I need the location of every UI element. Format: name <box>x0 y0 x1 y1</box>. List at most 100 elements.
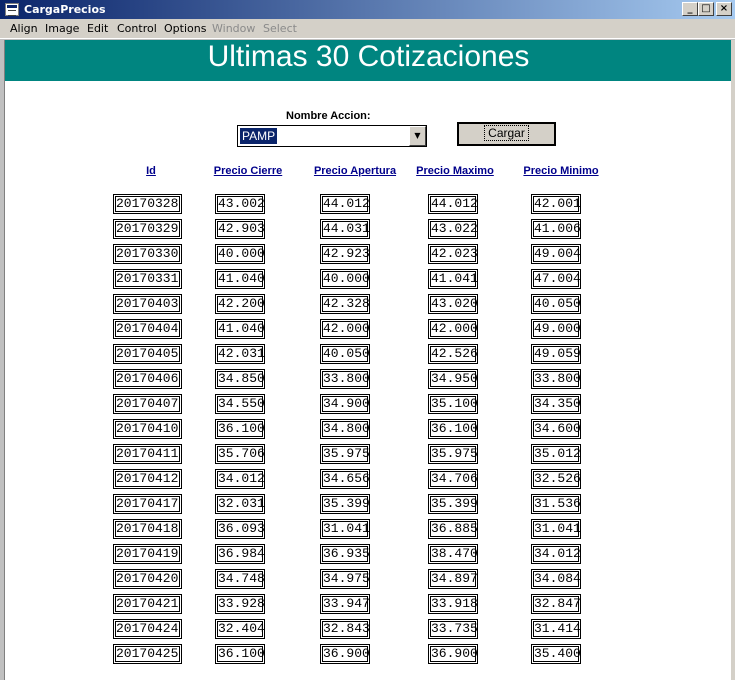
precio-minimo-cell[interactable]: 35.012 <box>531 444 581 464</box>
id-cell[interactable]: 20170421 <box>113 594 182 614</box>
id-cell[interactable]: 20170406 <box>113 369 182 389</box>
precio-maximo-cell[interactable]: 35.399 <box>428 494 478 514</box>
precio-maximo-cell[interactable]: 42.023 <box>428 244 478 264</box>
precio-minimo-cell[interactable]: 34.600 <box>531 419 581 439</box>
menu-image[interactable]: Image <box>45 22 79 35</box>
precio-minimo-cell[interactable]: 31.414 <box>531 619 581 639</box>
precio-apertura-cell[interactable]: 40.000 <box>320 269 370 289</box>
app-icon[interactable] <box>5 3 19 16</box>
id-cell[interactable]: 20170412 <box>113 469 182 489</box>
precio-maximo-cell[interactable]: 34.706 <box>428 469 478 489</box>
id-cell[interactable]: 20170404 <box>113 319 182 339</box>
precio-minimo-cell[interactable]: 42.001 <box>531 194 581 214</box>
id-cell[interactable]: 20170417 <box>113 494 182 514</box>
id-cell[interactable]: 20170411 <box>113 444 182 464</box>
precio-apertura-cell[interactable]: 44.012 <box>320 194 370 214</box>
menu-edit[interactable]: Edit <box>87 22 108 35</box>
precio-maximo-cell[interactable]: 44.012 <box>428 194 478 214</box>
precio-maximo-cell[interactable]: 35.975 <box>428 444 478 464</box>
precio-minimo-cell[interactable]: 32.847 <box>531 594 581 614</box>
precio-cierre-cell[interactable]: 42.200 <box>215 294 265 314</box>
precio-maximo-cell[interactable]: 33.735 <box>428 619 478 639</box>
precio-minimo-cell[interactable]: 49.059 <box>531 344 581 364</box>
precio-minimo-cell[interactable]: 31.041 <box>531 519 581 539</box>
maximize-button[interactable]: □ <box>698 2 714 16</box>
id-cell[interactable]: 20170420 <box>113 569 182 589</box>
precio-cierre-cell[interactable]: 34.748 <box>215 569 265 589</box>
precio-cierre-cell[interactable]: 43.002 <box>215 194 265 214</box>
precio-maximo-cell[interactable]: 36.900 <box>428 644 478 664</box>
id-cell[interactable]: 20170419 <box>113 544 182 564</box>
precio-apertura-cell[interactable]: 34.900 <box>320 394 370 414</box>
precio-cierre-cell[interactable]: 36.100 <box>215 644 265 664</box>
precio-cierre-cell[interactable]: 36.984 <box>215 544 265 564</box>
precio-apertura-cell[interactable]: 34.975 <box>320 569 370 589</box>
id-cell[interactable]: 20170331 <box>113 269 182 289</box>
precio-apertura-cell[interactable]: 42.000 <box>320 319 370 339</box>
precio-minimo-cell[interactable]: 34.350 <box>531 394 581 414</box>
precio-apertura-cell[interactable]: 33.947 <box>320 594 370 614</box>
id-cell[interactable]: 20170330 <box>113 244 182 264</box>
precio-minimo-cell[interactable]: 41.006 <box>531 219 581 239</box>
precio-maximo-cell[interactable]: 34.950 <box>428 369 478 389</box>
precio-maximo-cell[interactable]: 33.918 <box>428 594 478 614</box>
precio-minimo-cell[interactable]: 34.012 <box>531 544 581 564</box>
dropdown-arrow-icon[interactable]: ▼ <box>409 126 426 146</box>
precio-maximo-cell[interactable]: 43.022 <box>428 219 478 239</box>
precio-minimo-cell[interactable]: 35.400 <box>531 644 581 664</box>
precio-minimo-cell[interactable]: 47.004 <box>531 269 581 289</box>
precio-cierre-cell[interactable]: 33.928 <box>215 594 265 614</box>
precio-minimo-cell[interactable]: 31.536 <box>531 494 581 514</box>
precio-cierre-cell[interactable]: 40.000 <box>215 244 265 264</box>
precio-apertura-cell[interactable]: 34.800 <box>320 419 370 439</box>
precio-apertura-cell[interactable]: 42.923 <box>320 244 370 264</box>
id-cell[interactable]: 20170425 <box>113 644 182 664</box>
precio-cierre-cell[interactable]: 41.040 <box>215 269 265 289</box>
id-cell[interactable]: 20170424 <box>113 619 182 639</box>
id-cell[interactable]: 20170405 <box>113 344 182 364</box>
id-cell[interactable]: 20170407 <box>113 394 182 414</box>
precio-maximo-cell[interactable]: 42.000 <box>428 319 478 339</box>
precio-apertura-cell[interactable]: 36.900 <box>320 644 370 664</box>
precio-minimo-cell[interactable]: 49.000 <box>531 319 581 339</box>
accion-select[interactable]: PAMP ▼ <box>237 125 427 147</box>
precio-apertura-cell[interactable]: 32.843 <box>320 619 370 639</box>
id-cell[interactable]: 20170329 <box>113 219 182 239</box>
precio-maximo-cell[interactable]: 36.885 <box>428 519 478 539</box>
precio-cierre-cell[interactable]: 32.031 <box>215 494 265 514</box>
precio-minimo-cell[interactable]: 49.004 <box>531 244 581 264</box>
precio-maximo-cell[interactable]: 42.526 <box>428 344 478 364</box>
precio-cierre-cell[interactable]: 34.550 <box>215 394 265 414</box>
precio-minimo-cell[interactable]: 34.084 <box>531 569 581 589</box>
precio-apertura-cell[interactable]: 40.050 <box>320 344 370 364</box>
precio-apertura-cell[interactable]: 34.656 <box>320 469 370 489</box>
precio-cierre-cell[interactable]: 34.850 <box>215 369 265 389</box>
precio-maximo-cell[interactable]: 38.470 <box>428 544 478 564</box>
precio-cierre-cell[interactable]: 32.404 <box>215 619 265 639</box>
menu-control[interactable]: Control <box>117 22 157 35</box>
cargar-button[interactable]: Cargar <box>457 122 556 146</box>
precio-cierre-cell[interactable]: 36.093 <box>215 519 265 539</box>
precio-maximo-cell[interactable]: 43.020 <box>428 294 478 314</box>
id-cell[interactable]: 20170418 <box>113 519 182 539</box>
id-cell[interactable]: 20170403 <box>113 294 182 314</box>
precio-cierre-cell[interactable]: 35.706 <box>215 444 265 464</box>
menu-align[interactable]: Align <box>10 22 38 35</box>
precio-minimo-cell[interactable]: 40.050 <box>531 294 581 314</box>
close-button[interactable]: × <box>716 2 732 16</box>
precio-maximo-cell[interactable]: 41.041 <box>428 269 478 289</box>
precio-apertura-cell[interactable]: 35.975 <box>320 444 370 464</box>
precio-maximo-cell[interactable]: 34.897 <box>428 569 478 589</box>
precio-cierre-cell[interactable]: 42.031 <box>215 344 265 364</box>
precio-minimo-cell[interactable]: 32.526 <box>531 469 581 489</box>
menu-options[interactable]: Options <box>164 22 206 35</box>
precio-cierre-cell[interactable]: 34.012 <box>215 469 265 489</box>
minimize-button[interactable]: _ <box>682 2 698 16</box>
precio-apertura-cell[interactable]: 44.031 <box>320 219 370 239</box>
id-cell[interactable]: 20170328 <box>113 194 182 214</box>
precio-cierre-cell[interactable]: 42.903 <box>215 219 265 239</box>
precio-apertura-cell[interactable]: 35.399 <box>320 494 370 514</box>
precio-apertura-cell[interactable]: 42.328 <box>320 294 370 314</box>
precio-apertura-cell[interactable]: 36.935 <box>320 544 370 564</box>
precio-cierre-cell[interactable]: 41.040 <box>215 319 265 339</box>
